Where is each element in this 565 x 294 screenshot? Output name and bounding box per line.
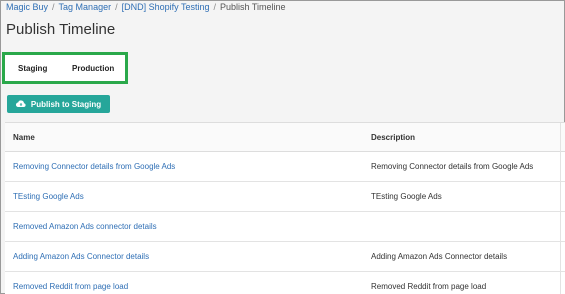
table-right-edge bbox=[560, 123, 561, 294]
publish-button-label: Publish to Staging bbox=[30, 99, 102, 109]
table-row: Removed Amazon Ads connector details bbox=[5, 212, 565, 242]
tab-production[interactable]: Production bbox=[72, 64, 114, 73]
column-header-name: Name bbox=[13, 133, 35, 142]
breadcrumb-link-container[interactable]: [DND] Shopify Testing bbox=[122, 2, 210, 12]
table-row: Removed Reddit from page load Removed Re… bbox=[5, 272, 565, 294]
breadcrumb-separator: / bbox=[52, 2, 55, 12]
table-row: Adding Amazon Ads Connector details Addi… bbox=[5, 242, 565, 272]
row-description: Adding Amazon Ads Connector details bbox=[371, 252, 508, 261]
cloud-upload-icon bbox=[15, 100, 26, 108]
row-name-link[interactable]: TEsting Google Ads bbox=[13, 192, 84, 201]
breadcrumb-link-magic-buy[interactable]: Magic Buy bbox=[6, 2, 48, 12]
table-row: Removing Connector details from Google A… bbox=[5, 152, 565, 182]
breadcrumb: Magic Buy / Tag Manager / [DND] Shopify Test… bbox=[6, 2, 286, 12]
breadcrumb-separator: / bbox=[115, 2, 118, 12]
publish-to-staging-button[interactable]: Publish to Staging bbox=[7, 95, 110, 113]
column-header-description: Description bbox=[371, 133, 416, 142]
publish-timeline-table: Name Description Removing Connector deta… bbox=[5, 122, 565, 294]
row-description: TEsting Google Ads bbox=[371, 192, 442, 201]
table-row: TEsting Google Ads TEsting Google Ads bbox=[5, 182, 565, 212]
row-name-link[interactable]: Removed Amazon Ads connector details bbox=[13, 222, 157, 231]
breadcrumb-link-tag-manager[interactable]: Tag Manager bbox=[59, 2, 112, 12]
breadcrumb-current: Publish Timeline bbox=[220, 2, 286, 12]
tab-staging[interactable]: Staging bbox=[18, 64, 47, 73]
table-header: Name Description bbox=[5, 123, 565, 152]
row-name-link[interactable]: Removing Connector details from Google A… bbox=[13, 162, 175, 171]
row-description: Removing Connector details from Google A… bbox=[371, 162, 534, 171]
page-title: Publish Timeline bbox=[6, 21, 116, 38]
row-description: Removed Reddit from page load bbox=[371, 282, 487, 291]
breadcrumb-separator: / bbox=[213, 2, 216, 12]
row-name-link[interactable]: Adding Amazon Ads Connector details bbox=[13, 252, 149, 261]
row-name-link[interactable]: Removed Reddit from page load bbox=[13, 282, 128, 291]
